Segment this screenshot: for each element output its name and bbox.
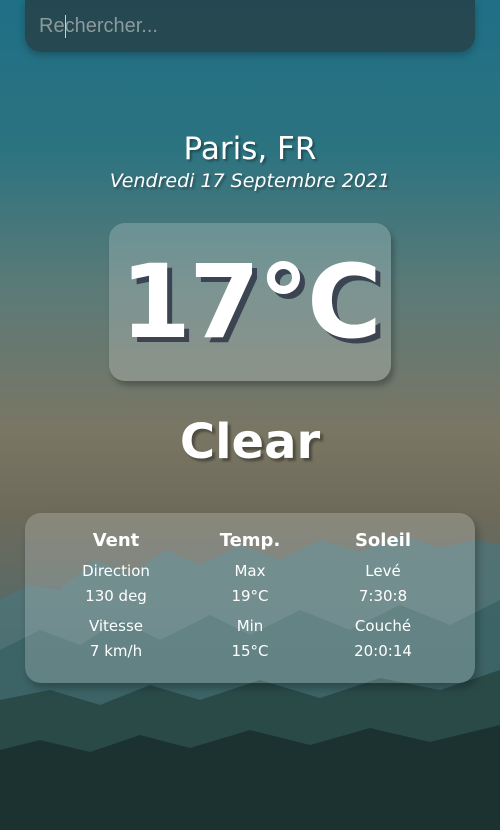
temp-min-value: 15°C xyxy=(231,642,269,660)
location-label: Paris, FR xyxy=(183,131,317,167)
temp-title: Temp. xyxy=(219,530,281,551)
wind-direction-label: Direction xyxy=(82,562,150,580)
sunrise-value: 7:30:8 xyxy=(358,587,408,605)
wind-speed-value: 7 km/h xyxy=(89,642,143,660)
search-bar[interactable] xyxy=(25,0,475,52)
sunrise-label: Levé xyxy=(365,562,401,580)
sun-column: Soleil Levé 7:30:8 Couché 20:0:14 xyxy=(308,513,458,683)
temperature-value: 17°C xyxy=(120,243,382,362)
temp-min-label: Min xyxy=(236,617,264,635)
wind-speed-label: Vitesse xyxy=(88,617,144,635)
wind-column: Vent Direction 130 deg Vitesse 7 km/h xyxy=(41,513,191,683)
weather-condition: Clear xyxy=(179,414,321,470)
sunset-value: 20:0:14 xyxy=(354,642,412,660)
sun-title: Soleil xyxy=(354,530,412,551)
sunset-label: Couché xyxy=(354,617,412,635)
temp-max-label: Max xyxy=(234,562,266,580)
wind-direction-value: 130 deg xyxy=(85,587,147,605)
temp-max-value: 19°C xyxy=(231,587,269,605)
text-cursor xyxy=(65,15,66,38)
temperature-column: Temp. Max 19°C Min 15°C xyxy=(175,513,325,683)
wind-title: Vent xyxy=(92,530,140,551)
weather-details-panel: Vent Direction 130 deg Vitesse 7 km/h Te… xyxy=(25,513,475,683)
temperature-card: 17°C xyxy=(109,223,391,381)
search-input[interactable] xyxy=(39,8,459,44)
date-label: Vendredi 17 Septembre 2021 xyxy=(109,170,391,192)
